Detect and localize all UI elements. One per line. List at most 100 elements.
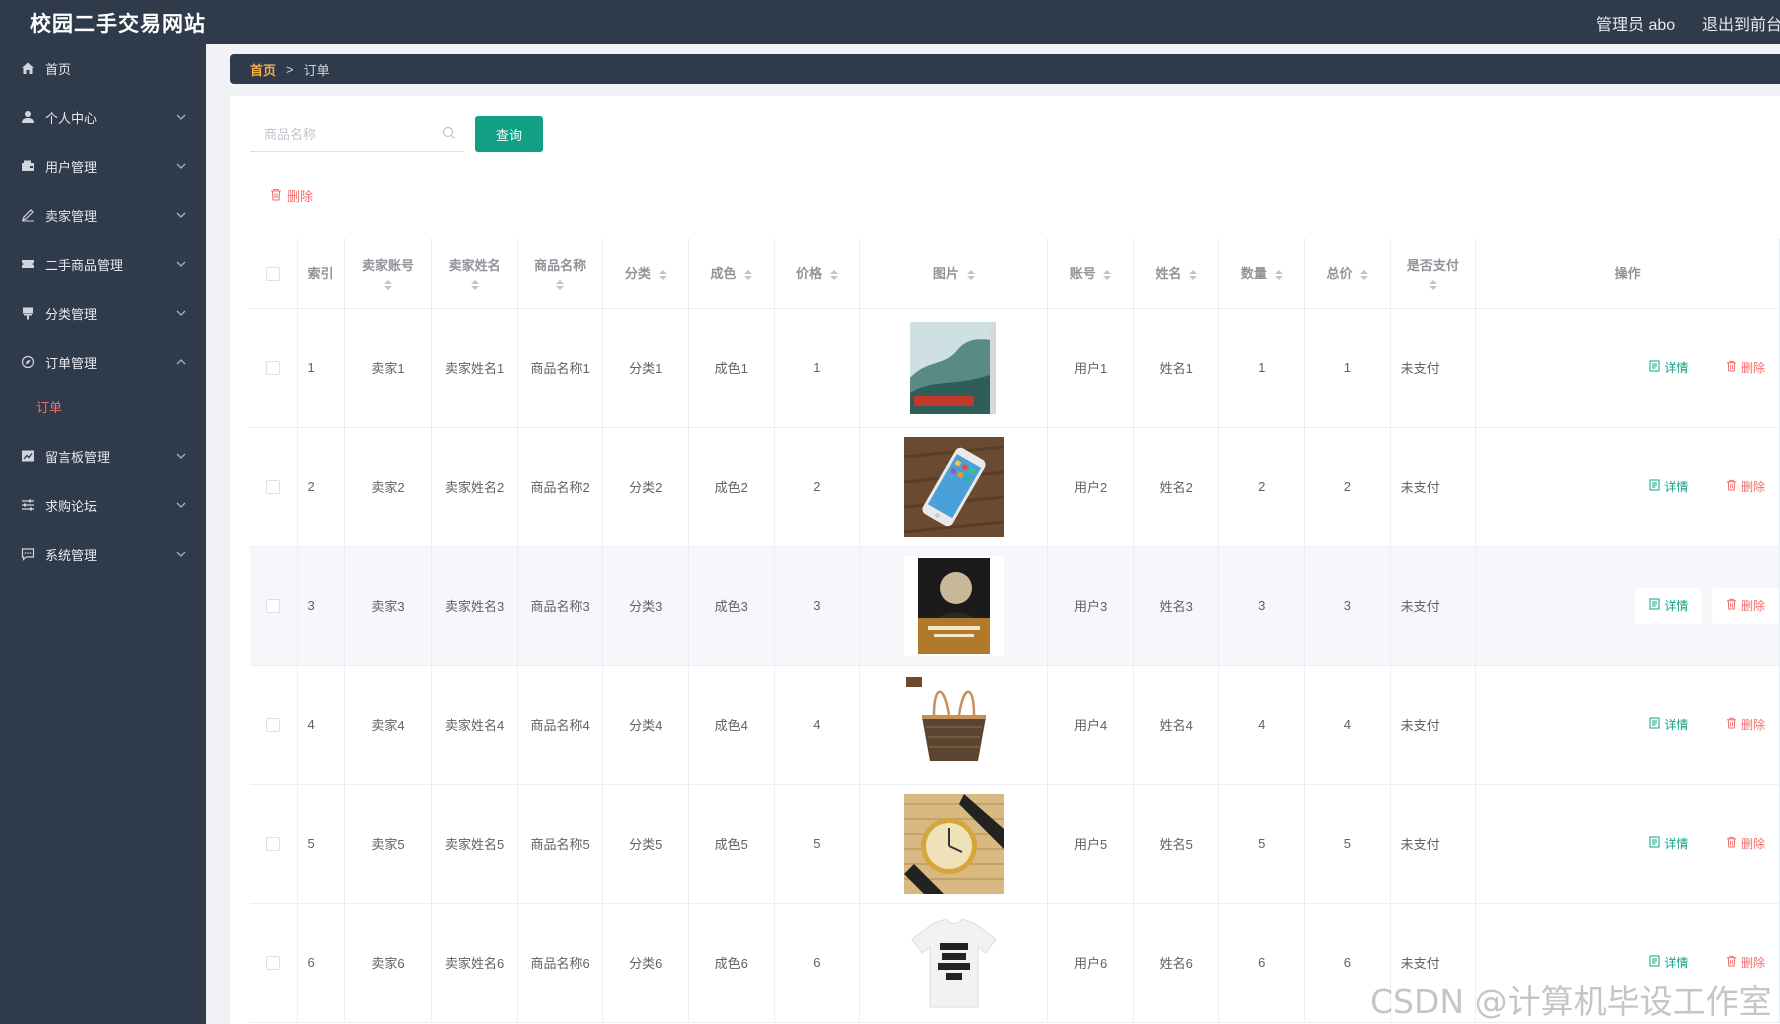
cell-seller-name: 卖家姓名4: [431, 665, 518, 785]
cell-total: 3: [1304, 546, 1391, 666]
header-quantity[interactable]: 数量: [1218, 238, 1306, 309]
sort-icon[interactable]: [1360, 269, 1369, 280]
cell-price: 3: [774, 546, 861, 666]
pen-icon: [20, 207, 36, 223]
sort-icon[interactable]: [1391, 280, 1476, 291]
delete-button[interactable]: 删除: [1712, 469, 1779, 505]
delete-button[interactable]: 删除: [1711, 587, 1779, 624]
row-checkbox[interactable]: [266, 480, 281, 495]
header-category[interactable]: 分类: [602, 238, 689, 309]
sidebar-item-secondhand-goods[interactable]: 二手商品管理: [0, 240, 206, 288]
cell-paid: 未支付: [1390, 427, 1477, 547]
header-actions: 操作: [1475, 238, 1780, 309]
sort-icon[interactable]: [345, 280, 432, 291]
sidebar-item-home[interactable]: 首页: [0, 44, 206, 92]
header-condition[interactable]: 成色: [688, 238, 775, 309]
cell-paid: 未支付: [1390, 784, 1477, 904]
table-header-row: 索引 卖家账号 卖家姓名 商品名称 分类 成色 价格 图片 账号 姓名 数量 总…: [250, 238, 1780, 309]
chevron-down-icon: [176, 500, 186, 511]
header-total[interactable]: 总价: [1304, 238, 1391, 309]
delete-button[interactable]: 删除: [1712, 707, 1779, 743]
query-button[interactable]: 查询: [475, 116, 543, 152]
search-input[interactable]: [250, 116, 440, 152]
detail-button[interactable]: 详情: [1635, 707, 1702, 743]
header-product-name[interactable]: 商品名称: [517, 238, 604, 309]
sidebar-item-order-management[interactable]: 订单管理: [0, 338, 206, 386]
cell-image: [859, 308, 1049, 428]
cell-account: 用户5: [1047, 784, 1134, 904]
delete-label: 删除: [1740, 599, 1765, 613]
chevron-down-icon: [176, 161, 186, 172]
row-checkbox[interactable]: [266, 956, 281, 971]
delete-label: 删除: [1740, 718, 1765, 732]
header-seller-name[interactable]: 卖家姓名: [431, 238, 518, 309]
wristwatch[interactable]: [903, 793, 1004, 894]
chevron-down-icon: [176, 259, 186, 270]
cell-actions: 详情 删除: [1475, 427, 1780, 547]
header-price[interactable]: 价格: [774, 238, 861, 309]
delete-label: 删除: [1740, 956, 1765, 970]
sort-icon[interactable]: [1274, 269, 1283, 280]
cell-condition: 成色2: [688, 427, 775, 547]
sidebar-item-seller-management[interactable]: 卖家管理: [0, 191, 206, 239]
cell-image: [859, 546, 1049, 666]
sidebar-item-wanted-forum[interactable]: 求购论坛: [0, 481, 206, 529]
detail-button[interactable]: 详情: [1635, 587, 1703, 624]
cell-image: [859, 665, 1049, 785]
sort-icon[interactable]: [518, 280, 603, 291]
search-icon[interactable]: [442, 126, 456, 140]
trash-icon: [1726, 479, 1737, 494]
row-checkbox[interactable]: [266, 718, 281, 733]
cell-seller-name: 卖家姓名1: [431, 308, 518, 428]
chevron-down-icon: [176, 112, 186, 123]
cell-name: 姓名1: [1133, 308, 1220, 428]
sort-icon[interactable]: [432, 280, 517, 291]
sort-icon[interactable]: [829, 269, 838, 280]
handbag[interactable]: [903, 674, 1004, 775]
delete-button[interactable]: 删除: [1712, 350, 1779, 386]
sort-icon[interactable]: [658, 269, 667, 280]
detail-button[interactable]: 详情: [1635, 469, 1702, 505]
sidebar-item-personal-center[interactable]: 个人中心: [0, 93, 206, 141]
row-select-cell: [250, 784, 298, 904]
header-seller-account[interactable]: 卖家账号: [344, 238, 433, 309]
sidebar-subitem-orders[interactable]: 订单: [0, 386, 206, 426]
sidebar-item-user-management[interactable]: 用户管理: [0, 142, 206, 190]
sidebar: 首页 个人中心 用户管理 卖家管理 二手商品管理 分类管理 订单管理 订单 留言…: [0, 44, 206, 1024]
detail-label: 详情: [1664, 718, 1689, 732]
header-image[interactable]: 图片: [859, 238, 1049, 309]
book-jade-cover[interactable]: [903, 317, 1004, 418]
batch-delete-button[interactable]: 删除: [270, 186, 313, 205]
detail-button[interactable]: 详情: [1635, 826, 1702, 862]
sort-icon[interactable]: [1189, 269, 1197, 280]
header-paid[interactable]: 是否支付: [1390, 238, 1477, 309]
detail-label: 详情: [1664, 837, 1689, 851]
delete-button[interactable]: 删除: [1712, 826, 1779, 862]
cell-index: 6: [297, 903, 345, 1023]
sidebar-item-category-management[interactable]: 分类管理: [0, 289, 206, 337]
sidebar-item-message-board[interactable]: 留言板管理: [0, 432, 206, 480]
detail-label: 详情: [1664, 480, 1689, 494]
select-all-checkbox[interactable]: [266, 266, 281, 281]
sort-icon[interactable]: [966, 269, 975, 280]
row-checkbox[interactable]: [266, 599, 281, 614]
tshirt[interactable]: [903, 912, 1004, 1013]
row-checkbox[interactable]: [266, 361, 281, 376]
header-account[interactable]: 账号: [1047, 238, 1134, 309]
row-checkbox[interactable]: [266, 837, 281, 852]
exit-to-frontend-link[interactable]: 退出到前台: [1702, 11, 1780, 35]
phone-on-wood[interactable]: [903, 436, 1004, 537]
book-portrait-cover[interactable]: [903, 555, 1004, 656]
cell-seller-account: 卖家4: [344, 665, 433, 785]
detail-button[interactable]: 详情: [1635, 350, 1702, 386]
chevron-down-icon: [176, 308, 186, 319]
sidebar-item-system-management[interactable]: 系统管理: [0, 530, 206, 578]
header-name[interactable]: 姓名: [1133, 238, 1220, 309]
sort-icon[interactable]: [744, 269, 753, 280]
cell-product-name: 商品名称2: [517, 427, 604, 547]
breadcrumb-home-link[interactable]: 首页: [250, 60, 276, 79]
delete-label: 删除: [1740, 837, 1765, 851]
document-icon: [1649, 955, 1660, 970]
cell-category: 分类6: [602, 903, 689, 1023]
sort-icon[interactable]: [1103, 269, 1112, 280]
